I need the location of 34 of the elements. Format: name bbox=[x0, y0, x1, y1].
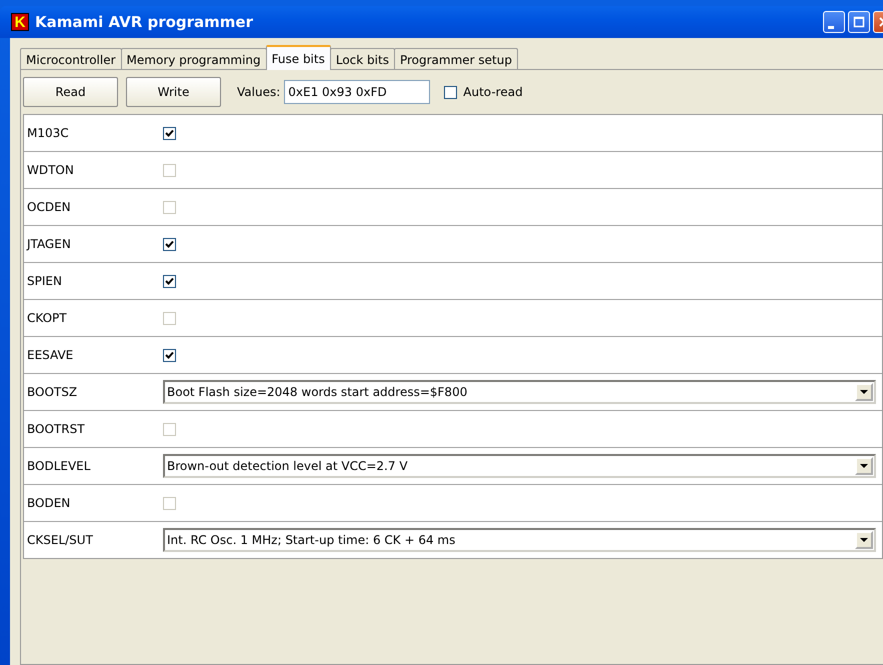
tab[interactable]: Programmer setup bbox=[394, 48, 518, 70]
window-title: Kamami AVR programmer bbox=[35, 13, 253, 31]
checkbox[interactable] bbox=[163, 126, 176, 140]
checkbox[interactable] bbox=[163, 348, 176, 362]
dropdown[interactable]: Brown-out detection level at VCC=2.7 V bbox=[163, 454, 876, 478]
fuse-name: SPIEN bbox=[26, 274, 63, 288]
fuse-name: EESAVE bbox=[26, 348, 74, 362]
dropdown[interactable]: Boot Flash size=2048 words start address=$F800 bbox=[163, 380, 876, 404]
fuse-name: WDTON bbox=[26, 163, 75, 177]
maximize-icon bbox=[853, 16, 865, 28]
tab[interactable]: Microcontroller bbox=[20, 48, 122, 70]
checkbox[interactable] bbox=[163, 274, 176, 288]
fuse-name: CKOPT bbox=[26, 311, 68, 325]
checkbox-label[interactable]: Auto-read bbox=[463, 85, 523, 99]
tab[interactable]: Fuse bits bbox=[266, 45, 331, 70]
fuse-name: CKSEL/SUT bbox=[26, 533, 94, 547]
minimize-button[interactable] bbox=[823, 11, 845, 33]
maximize-button[interactable] bbox=[848, 11, 870, 33]
fuse-name: BOOTSZ bbox=[26, 385, 78, 399]
app-logo: K bbox=[11, 13, 29, 31]
fuse-name: BOOTRST bbox=[26, 422, 86, 436]
checkbox[interactable] bbox=[444, 86, 458, 98]
checkbox[interactable] bbox=[163, 238, 176, 250]
fuse-name: JTAGEN bbox=[25, 237, 72, 251]
values-label: Values: bbox=[237, 85, 280, 99]
toolbar-button[interactable]: Read bbox=[23, 77, 118, 107]
dropdown[interactable]: Int. RC Osc. 1 MHz; Start-up time: 6 CK + 64 ms bbox=[163, 528, 876, 552]
minimize-icon bbox=[828, 26, 834, 28]
fuse-name: BODEN bbox=[26, 496, 72, 510]
toolbar-button[interactable]: Write bbox=[126, 77, 221, 107]
fuse-name: BODLEVEL bbox=[26, 459, 92, 473]
fuse-name: OCDEN bbox=[26, 200, 72, 214]
fuse-name: M103C bbox=[26, 126, 70, 140]
values-field[interactable]: 0xE1 0x93 0xFD bbox=[284, 80, 430, 104]
